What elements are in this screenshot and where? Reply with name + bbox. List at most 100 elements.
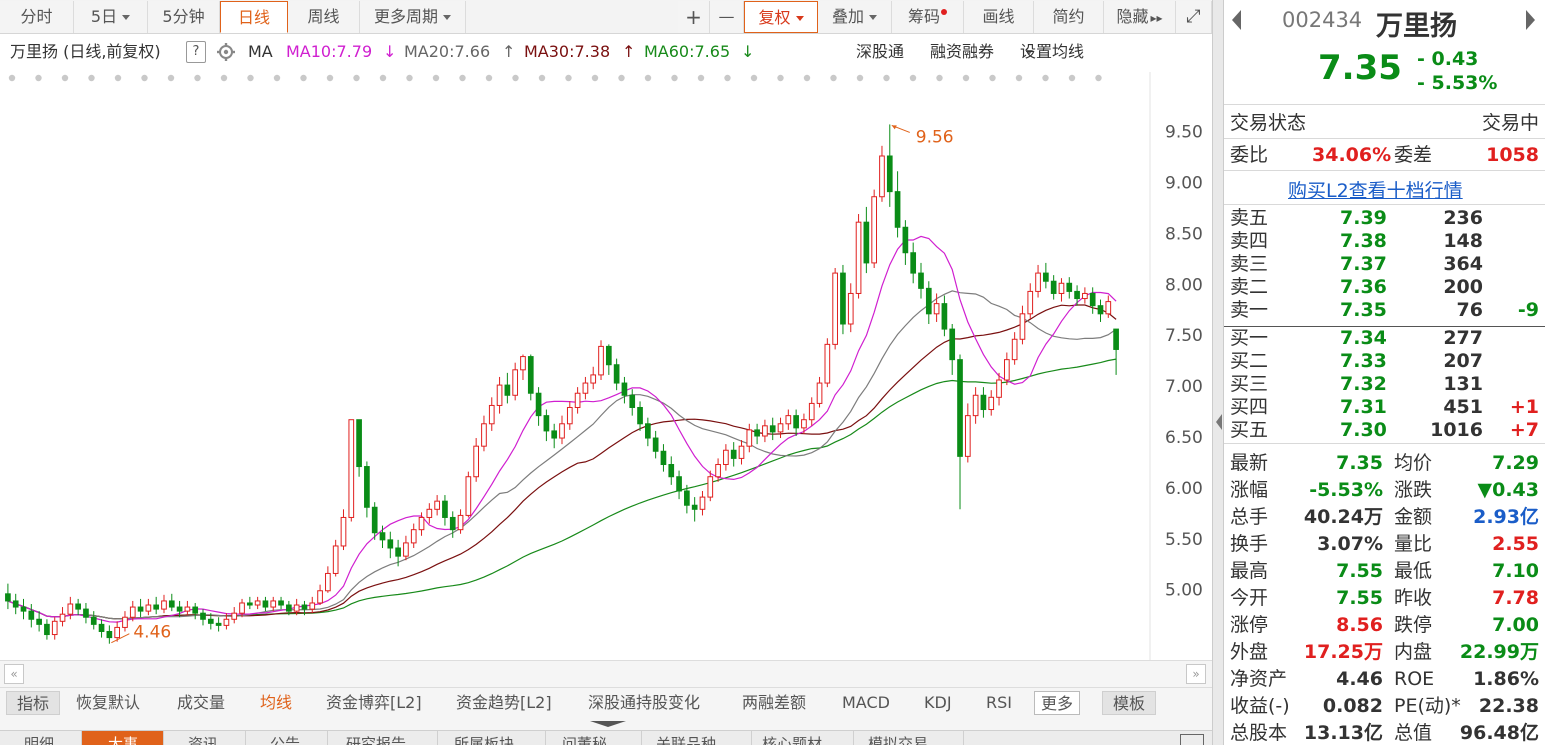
help-icon[interactable]: ? xyxy=(186,41,206,63)
candle-body xyxy=(894,191,901,228)
zoom-in-button[interactable]: + xyxy=(678,1,710,33)
candle-body xyxy=(551,430,558,439)
ask-row[interactable]: 卖五 7.39 236 xyxy=(1230,207,1539,230)
tab-core-themes[interactable]: 核心题材 xyxy=(752,731,854,745)
tab-rsi[interactable]: RSI xyxy=(982,691,1016,715)
tab-5min[interactable]: 5分钟 xyxy=(148,1,220,33)
tab-related[interactable]: 关联品种 xyxy=(642,731,752,745)
tab-5day[interactable]: 5日 xyxy=(74,1,148,33)
chips-button[interactable]: 筹码 xyxy=(892,1,964,33)
scroll-left-icon[interactable]: « xyxy=(4,664,24,684)
tab-sectors[interactable]: 所属板块 xyxy=(438,731,546,745)
stock-name: 万里扬 xyxy=(1376,11,1457,42)
candle-body xyxy=(980,394,987,411)
candle-body xyxy=(449,516,456,531)
y-tick-label: 7.50 xyxy=(1165,326,1203,346)
tab-news[interactable]: 资讯 xyxy=(164,731,246,745)
y-tick-label: 9.50 xyxy=(1165,123,1203,143)
tab-ask-secretary[interactable]: 问董秘 xyxy=(546,731,642,745)
draw-line-button[interactable]: 画线 xyxy=(964,1,1034,33)
y-tick-label: 8.00 xyxy=(1165,275,1203,295)
fuquan-dropdown[interactable]: 复权 xyxy=(744,1,818,33)
event-marker xyxy=(512,74,519,82)
overlay-dropdown[interactable]: 叠加 xyxy=(818,1,892,33)
scroll-right-icon[interactable]: » xyxy=(1186,664,1206,684)
tab-restore-default[interactable]: 恢复默认 xyxy=(72,691,144,715)
candle-body xyxy=(808,402,815,421)
ask-row[interactable]: 卖四 7.38 148 xyxy=(1230,230,1539,253)
bid-row[interactable]: 买二 7.33 207 xyxy=(1230,350,1539,373)
tab-detail[interactable]: 明细 xyxy=(0,731,82,745)
link-shenguotong[interactable]: 深股通 xyxy=(856,34,904,70)
price-axis: 9.50 9.00 8.50 8.00 7.50 7.00 6.50 6.00 5.50 5.00 xyxy=(1165,123,1203,601)
candle-body xyxy=(192,606,199,614)
bid-level-label: 买五 xyxy=(1230,419,1269,441)
tab-margin-diff[interactable]: 两融差额 xyxy=(738,691,810,715)
tab-events[interactable]: 大事 xyxy=(82,731,164,745)
next-stock-icon[interactable] xyxy=(1526,10,1535,30)
y-tick-label: 9.00 xyxy=(1165,173,1203,193)
candle-body xyxy=(746,429,753,447)
candle-body xyxy=(504,384,511,396)
candle-body xyxy=(605,345,612,366)
panel-divider[interactable] xyxy=(1212,0,1224,745)
set-ma-dropdown[interactable]: 设置均线 xyxy=(1020,34,1084,70)
ask-row[interactable]: 卖二 7.36 200 xyxy=(1230,276,1539,299)
bid-row[interactable]: 买五 7.30 1016 +7 xyxy=(1230,419,1539,442)
candle-body xyxy=(215,622,222,626)
tab-volume[interactable]: 成交量 xyxy=(173,691,229,715)
event-marker xyxy=(485,74,493,82)
bid-row[interactable]: 买一 7.34 277 xyxy=(1230,327,1539,350)
link-margin-trading[interactable]: 融资融券 xyxy=(930,34,994,70)
stat-label: ROE xyxy=(1394,668,1435,690)
expand-icon[interactable]: ⤢ xyxy=(1176,1,1212,33)
stat-label: 涨幅 xyxy=(1230,479,1269,501)
tab-announcements[interactable]: 公告 xyxy=(246,731,328,745)
event-marker xyxy=(459,74,466,82)
template-button[interactable]: 模板 xyxy=(1102,691,1157,715)
candle-body xyxy=(473,445,479,478)
tab-intraday[interactable]: 分时 xyxy=(0,1,74,33)
tab-research[interactable]: 研究报告 xyxy=(328,731,438,745)
chart-scrollbar[interactable]: « » xyxy=(0,660,1212,688)
tab-sim-trade[interactable]: 模拟交易 xyxy=(854,731,964,745)
overlay-label: 叠加 xyxy=(831,7,864,26)
indicator-tabs: 指标 恢复默认 成交量 均线 资金博弈[L2] 资金趋势[L2] 深股通持股变化… xyxy=(0,688,1212,718)
tab-more-periods[interactable]: 更多周期 xyxy=(360,1,466,33)
prev-stock-icon[interactable] xyxy=(1232,10,1241,30)
tab-macd[interactable]: MACD xyxy=(838,691,894,715)
hide-button[interactable]: 隐藏 ▸▸ xyxy=(1104,1,1176,33)
panel-splitter[interactable] xyxy=(0,718,1212,730)
buy-l2-link[interactable]: 购买L2查看十档行情 xyxy=(1288,176,1463,203)
tab-sgt-holding[interactable]: 深股通持股变化 xyxy=(584,691,704,715)
kline-chart[interactable]: 9.56 4.46 9.50 9.00 8.50 8.00 7.50 7.00 6.50 6.0… xyxy=(0,72,1212,660)
event-marker xyxy=(803,74,811,82)
simple-mode-button[interactable]: 简约 xyxy=(1034,1,1104,33)
candle-body xyxy=(637,406,643,425)
candle-body xyxy=(317,590,323,604)
ask-row[interactable]: 卖一 7.35 76 -9 xyxy=(1230,299,1539,322)
candle-body xyxy=(387,539,394,549)
collapse-icon[interactable] xyxy=(590,721,626,727)
stat-value: 2.55 xyxy=(1492,533,1539,555)
bid-row[interactable]: 买三 7.32 131 xyxy=(1230,373,1539,396)
tab-capital-game[interactable]: 资金博弈[L2] xyxy=(322,691,426,715)
low-label: 4.46 xyxy=(133,623,171,643)
candle-body xyxy=(1027,290,1034,315)
tab-ma[interactable]: 均线 xyxy=(256,691,296,715)
event-marker xyxy=(167,74,175,82)
zoom-out-button[interactable]: — xyxy=(710,1,744,33)
stat-value: 17.25万 xyxy=(1303,641,1383,663)
candle-body xyxy=(12,600,19,608)
window-icon[interactable] xyxy=(1180,734,1204,745)
ask-row[interactable]: 卖三 7.37 364 xyxy=(1230,253,1539,276)
last-price: 7.35 xyxy=(1318,48,1402,88)
tab-kdj[interactable]: KDJ xyxy=(920,691,956,715)
candle-body xyxy=(379,532,386,541)
tab-weekly[interactable]: 周线 xyxy=(288,1,360,33)
tab-daily[interactable]: 日线 xyxy=(220,1,288,33)
collapse-left-icon[interactable] xyxy=(1216,414,1222,430)
tab-capital-trend[interactable]: 资金趋势[L2] xyxy=(452,691,556,715)
bid-row[interactable]: 买四 7.31 451 +1 xyxy=(1230,396,1539,419)
tab-more[interactable]: 更多 xyxy=(1034,691,1081,715)
